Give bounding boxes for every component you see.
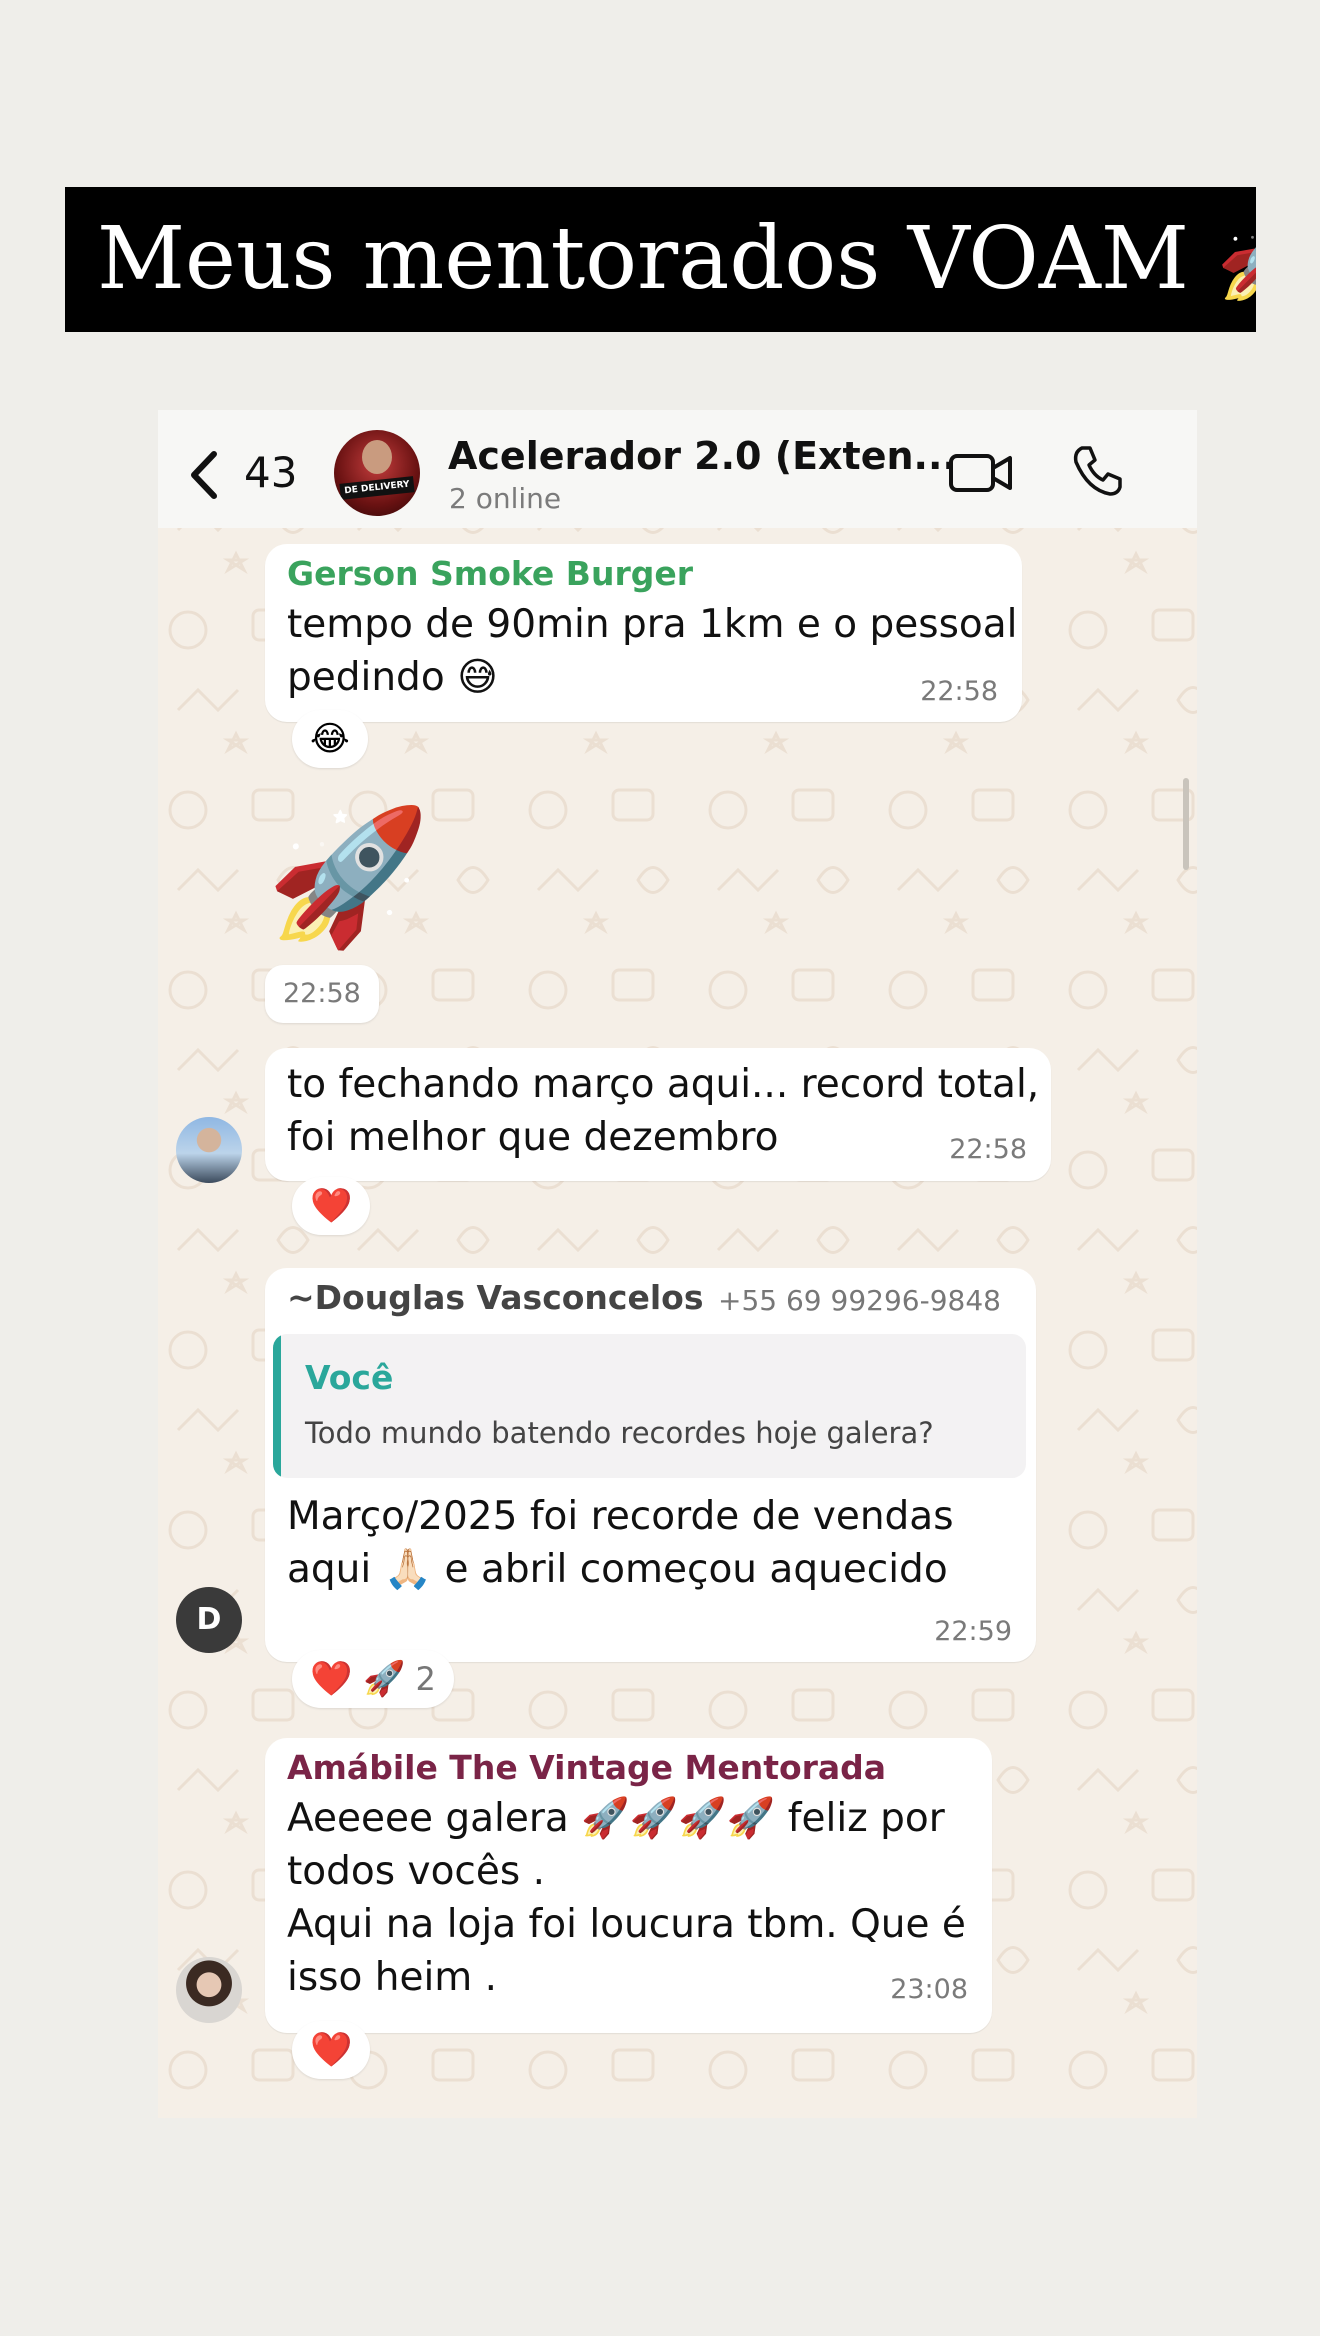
sender-name: ~Douglas Vasconcelos — [287, 1278, 704, 1317]
sticker-time: 22:58 — [265, 965, 379, 1023]
quote-text: Todo mundo batendo recordes hoje galera? — [305, 1416, 934, 1450]
avatar-label: DE DELIVERY — [339, 476, 415, 500]
message-line: todos vocês . — [287, 1849, 545, 1894]
message-line: to fechando março aqui... record total, — [287, 1062, 1040, 1107]
message-bubble[interactable]: Gerson Smoke Burger tempo de 90min pra 1… — [265, 544, 1022, 722]
sender-prefix: ~ — [287, 1278, 315, 1317]
sender-avatar[interactable]: D — [176, 1587, 242, 1653]
sender-name-text: Douglas Vasconcelos — [314, 1278, 704, 1317]
message-time: 22:58 — [949, 1134, 1027, 1165]
sender-avatar[interactable] — [176, 1957, 242, 2023]
sender-avatar[interactable] — [176, 1117, 242, 1183]
message-line: Aeeeee galera 🚀🚀🚀🚀 feliz por — [287, 1796, 945, 1841]
phone-call-icon[interactable] — [1070, 444, 1124, 498]
message-line: Aqui na loja foi loucura tbm. Que é — [287, 1902, 966, 1947]
sender-name: Gerson Smoke Burger — [287, 554, 693, 593]
sender-name: Amábile The Vintage Mentorada — [287, 1748, 887, 1787]
message-bubble[interactable]: ~Douglas Vasconcelos +55 69 99296-9848 V… — [265, 1268, 1036, 1662]
unread-count[interactable]: 43 — [244, 448, 297, 497]
quoted-message[interactable]: Você Todo mundo batendo recordes hoje ga… — [273, 1334, 1026, 1478]
message-time: 22:59 — [934, 1616, 1012, 1647]
message-time: 22:58 — [920, 676, 998, 707]
group-avatar[interactable]: DE DELIVERY — [334, 430, 420, 516]
reaction-badge[interactable]: ❤️ — [292, 2021, 371, 2079]
chevron-left-icon[interactable] — [186, 450, 222, 500]
avatar-face — [362, 440, 392, 474]
message-line: tempo de 90min pra 1km e o pessoal — [287, 602, 1018, 647]
message-bubble[interactable]: Amábile The Vintage Mentorada Aeeeee gal… — [265, 1738, 992, 2033]
rocket-sticker[interactable]: 🚀 — [266, 802, 430, 952]
video-call-icon[interactable] — [948, 450, 1014, 496]
message-line: aqui 🙏🏻 e abril começou aquecido — [287, 1547, 948, 1592]
quote-accent-bar — [273, 1334, 281, 1478]
online-status: 2 online — [449, 482, 562, 515]
sender-phone: +55 69 99296-9848 — [718, 1284, 1001, 1317]
group-name[interactable]: Acelerador 2.0 (Exten... — [448, 434, 957, 478]
reaction-emojis: ❤️ 🚀 — [310, 1659, 406, 1699]
scrollbar[interactable] — [1183, 778, 1189, 870]
chat-screenshot: 43 DE DELIVERY Acelerador 2.0 (Exten... … — [158, 410, 1197, 2118]
message-line: pedindo 😅 — [287, 655, 498, 700]
message-line: Março/2025 foi recorde de vendas — [287, 1494, 954, 1539]
message-line: foi melhor que dezembro — [287, 1115, 779, 1160]
chat-header: 43 DE DELIVERY Acelerador 2.0 (Exten... … — [158, 410, 1197, 528]
message-line: isso heim . — [287, 1955, 498, 2000]
quote-author: Você — [305, 1358, 394, 1397]
message-time: 23:08 — [890, 1974, 968, 2005]
reaction-badge[interactable]: ❤️ — [292, 1177, 371, 1235]
story-banner: Meus mentorados VOAM 🚀 — [65, 187, 1256, 332]
reaction-badge[interactable]: 😂 — [292, 710, 368, 768]
message-bubble[interactable]: to fechando março aqui... record total, … — [265, 1048, 1051, 1181]
reaction-count: 2 — [415, 1660, 436, 1698]
reaction-badge[interactable]: ❤️ 🚀 2 — [292, 1650, 454, 1708]
